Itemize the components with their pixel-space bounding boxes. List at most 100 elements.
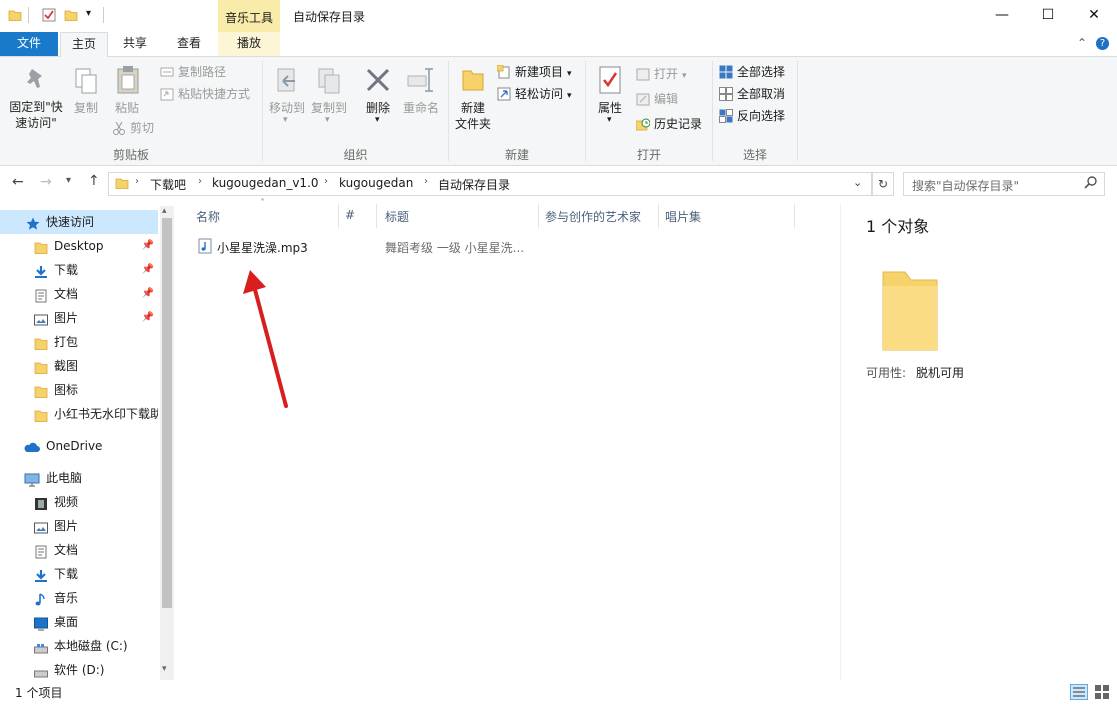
new-folder-button[interactable]: 新建 文件夹 [451, 100, 495, 132]
column-header-number[interactable]: # [345, 208, 355, 222]
up-arrow-icon[interactable]: ↑ [88, 173, 100, 189]
properties-check-icon[interactable] [42, 8, 56, 22]
column-separator[interactable] [338, 204, 339, 228]
table-row[interactable]: 小星星洗澡.mp3 舞蹈考级 一级 小星星洗... [192, 234, 532, 258]
recent-locations-dropdown-icon[interactable]: ▾ [66, 175, 71, 186]
breadcrumb-item[interactable]: kugougedan_v1.0 [212, 176, 319, 190]
collapse-ribbon-icon[interactable]: ⌃ [1072, 32, 1092, 56]
nav-scrollbar-thumb[interactable] [162, 218, 172, 608]
rename-button[interactable]: 重命名 [399, 100, 443, 116]
nav-item-folder[interactable]: 截图 [0, 354, 158, 378]
nav-item-drive-c[interactable]: 本地磁盘 (C:) [0, 634, 158, 658]
cloud-icon [24, 439, 40, 453]
download-arrow-icon [34, 263, 48, 278]
nav-item-folder[interactable]: 打包 [0, 330, 158, 354]
forward-arrow-icon[interactable]: → [40, 174, 52, 190]
nav-item-downloads[interactable]: 下载 📌 [0, 258, 158, 282]
back-arrow-icon[interactable]: ← [12, 174, 24, 190]
nav-item-folder[interactable]: 图标 [0, 378, 158, 402]
pin-icon[interactable]: 📌 [142, 306, 154, 330]
nav-item-music[interactable]: 音乐 [0, 586, 158, 610]
address-history-dropdown-icon[interactable]: ⌄ [853, 176, 862, 189]
edit-button[interactable]: 编辑 [636, 90, 678, 108]
maximize-button[interactable]: ☐ [1025, 0, 1071, 32]
tab-view[interactable]: 查看 [166, 32, 212, 56]
contextual-tab-label: 音乐工具 [224, 11, 273, 25]
address-bar[interactable]: › 下载吧 › kugougedan_v1.0 › kugougedan › 自… [108, 172, 872, 196]
column-separator[interactable] [538, 204, 539, 228]
nav-label: 图标 [54, 383, 79, 397]
nav-item-pictures[interactable]: 图片 [0, 514, 158, 538]
breadcrumb-item[interactable]: 下载吧 [150, 176, 186, 193]
details-view-icon[interactable] [1070, 684, 1088, 703]
search-icon[interactable] [1084, 175, 1098, 192]
delete-dropdown-icon: ▾ [375, 115, 380, 125]
column-separator[interactable] [376, 204, 377, 228]
refresh-icon[interactable]: ↻ [872, 172, 894, 196]
tab-play[interactable]: 播放 [218, 32, 280, 56]
nav-item-documents[interactable]: 文档 📌 [0, 282, 158, 306]
history-button[interactable]: 历史记录 [635, 115, 702, 133]
copy-button[interactable]: 复制 [70, 100, 102, 116]
close-button[interactable]: ✕ [1071, 0, 1117, 32]
nav-label: 下载 [54, 263, 79, 277]
breadcrumb-separator-icon: › [424, 176, 428, 187]
tab-home[interactable]: 主页 [60, 32, 108, 58]
pin-icon[interactable]: 📌 [142, 282, 154, 306]
tab-share[interactable]: 共享 [112, 32, 158, 56]
new-folder-icon[interactable] [64, 8, 78, 22]
scroll-up-icon[interactable]: ▴ [162, 206, 167, 216]
nav-item-pictures[interactable]: 图片 📌 [0, 306, 158, 330]
easy-access-button[interactable]: 轻松访问 ▾ [497, 85, 572, 103]
status-item-count: 1 个项目 [15, 686, 63, 700]
breadcrumb-item[interactable]: kugougedan [339, 176, 413, 190]
paste-button[interactable]: 粘贴 [110, 100, 144, 116]
nav-item-documents[interactable]: 文档 [0, 538, 158, 562]
nav-this-pc[interactable]: 此电脑 [0, 466, 158, 490]
search-box[interactable]: 搜索"自动保存目录" [903, 172, 1105, 196]
column-header-name[interactable]: 名称 [196, 208, 220, 225]
paste-shortcut-button[interactable]: 粘贴快捷方式 [160, 85, 250, 103]
nav-item-drive-d[interactable]: 软件 (D:) [0, 658, 158, 682]
nav-label: 快速访问 [46, 215, 95, 229]
invert-selection-button[interactable]: 反向选择 [719, 107, 785, 125]
move-to-button[interactable]: 移动到 [265, 100, 309, 116]
nav-item-videos[interactable]: 视频 [0, 490, 158, 514]
nav-label: OneDrive [46, 439, 103, 453]
open-button[interactable]: 打开 ▾ [636, 65, 687, 83]
nav-item-desktop[interactable]: 桌面 [0, 610, 158, 634]
column-header-artist[interactable]: 参与创作的艺术家 [545, 208, 641, 225]
nav-item-downloads[interactable]: 下载 [0, 562, 158, 586]
properties-button[interactable]: 属性 [592, 100, 628, 116]
column-separator[interactable] [658, 204, 659, 228]
sort-ascending-icon: ˄ [260, 198, 265, 209]
pin-icon[interactable]: 📌 [142, 258, 154, 282]
copy-to-button[interactable]: 复制到 [307, 100, 351, 116]
minimize-button[interactable]: — [979, 0, 1025, 32]
delete-button[interactable]: 删除 [361, 100, 395, 116]
column-separator[interactable] [794, 204, 795, 228]
nav-label: 视频 [54, 495, 79, 509]
select-all-button[interactable]: 全部选择 [719, 63, 785, 81]
copy-path-button[interactable]: 复制路径 [160, 63, 226, 81]
nav-onedrive[interactable]: OneDrive [0, 434, 158, 458]
new-folder-large-icon [461, 65, 485, 96]
breadcrumb-item[interactable]: 自动保存目录 [438, 176, 510, 193]
desktop-icon [34, 615, 48, 631]
new-item-button[interactable]: 新建项目 ▾ [496, 63, 572, 81]
select-none-button[interactable]: 全部取消 [719, 85, 785, 103]
nav-item-desktop[interactable]: Desktop 📌 [0, 234, 158, 258]
tab-file[interactable]: 文件 [0, 32, 58, 56]
folder-icon [34, 335, 48, 350]
help-icon[interactable]: ? [1096, 37, 1109, 50]
cut-button[interactable]: 剪切 [112, 119, 154, 137]
nav-quick-access[interactable]: 快速访问 [0, 210, 158, 234]
column-header-album[interactable]: 唱片集 [665, 208, 701, 225]
column-header-title[interactable]: 标题 [385, 208, 409, 225]
scroll-down-icon[interactable]: ▾ [162, 664, 167, 674]
pin-icon[interactable]: 📌 [142, 234, 154, 258]
nav-item-folder[interactable]: 小红书无水印下载助 [0, 402, 158, 426]
pin-quick-access-button[interactable]: 固定到"快 速访问" [4, 99, 68, 131]
customize-qa-dropdown-icon[interactable]: ▾ [86, 8, 91, 19]
large-icons-view-icon[interactable] [1094, 684, 1110, 703]
